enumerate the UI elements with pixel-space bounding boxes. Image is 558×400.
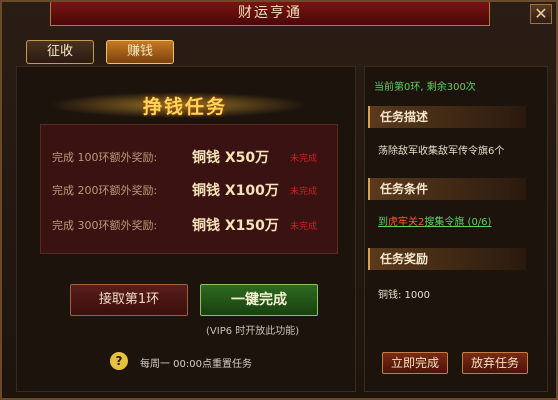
vip-note: (VIP6 时开放此功能) bbox=[206, 326, 300, 337]
task-window: 财运亨通 ✕ 征收 赚钱 挣钱任务 完成 100环额外奖励: 铜钱 X50万 未… bbox=[0, 0, 558, 400]
cond-suffix: 搜集令旗 (0/6) bbox=[424, 217, 492, 228]
reward-row: 完成 200环额外奖励: 铜钱 X100万 未完成 bbox=[52, 180, 342, 200]
complete-all-button[interactable]: 一键完成 bbox=[200, 284, 318, 316]
window-title: 财运亨通 bbox=[50, 2, 490, 26]
reward-status: 未完成 bbox=[290, 187, 318, 197]
help-icon[interactable]: ? bbox=[110, 352, 128, 370]
complete-now-button[interactable]: 立即完成 bbox=[382, 352, 448, 374]
abandon-task-button[interactable]: 放弃任务 bbox=[462, 352, 528, 374]
reward-row: 完成 300环额外奖励: 铜钱 X150万 未完成 bbox=[52, 215, 342, 235]
reward-amount: 铜钱 X50万 bbox=[192, 150, 270, 166]
close-button[interactable]: ✕ bbox=[530, 4, 552, 24]
cond-prefix: 到 bbox=[378, 217, 388, 228]
reward-row: 完成 100环额外奖励: 铜钱 X50万 未完成 bbox=[52, 147, 342, 167]
reward-label: 完成 100环额外奖励: bbox=[52, 151, 158, 164]
reward-status: 未完成 bbox=[290, 222, 318, 232]
reward-amount: 铜钱 X100万 bbox=[192, 183, 279, 199]
cond-header: 任务条件 bbox=[368, 178, 526, 200]
cond-place: 虎牢关2 bbox=[388, 217, 425, 228]
desc-header: 任务描述 bbox=[368, 106, 526, 128]
reset-note: 每周一 00:00点重置任务 bbox=[140, 359, 252, 370]
reward-text: 铜钱: 1000 bbox=[378, 290, 430, 301]
reward-amount: 铜钱 X150万 bbox=[192, 218, 279, 234]
progress-text: 当前第0环, 剩余300次 bbox=[374, 82, 476, 93]
reward-label: 完成 300环额外奖励: bbox=[52, 219, 158, 232]
page-title: 挣钱任务 bbox=[142, 96, 227, 118]
tab-collect[interactable]: 征收 bbox=[26, 40, 94, 64]
claim-task-button[interactable]: 接取第1环 bbox=[70, 284, 188, 316]
reward-header: 任务奖励 bbox=[368, 248, 526, 270]
tab-earn-money[interactable]: 赚钱 bbox=[106, 40, 174, 64]
desc-text: 荡除敌军收集敌军传令旗6个 bbox=[378, 146, 505, 157]
cond-link[interactable]: 到虎牢关2搜集令旗 (0/6) bbox=[378, 213, 491, 228]
reward-status: 未完成 bbox=[290, 154, 318, 164]
reward-label: 完成 200环额外奖励: bbox=[52, 184, 158, 197]
